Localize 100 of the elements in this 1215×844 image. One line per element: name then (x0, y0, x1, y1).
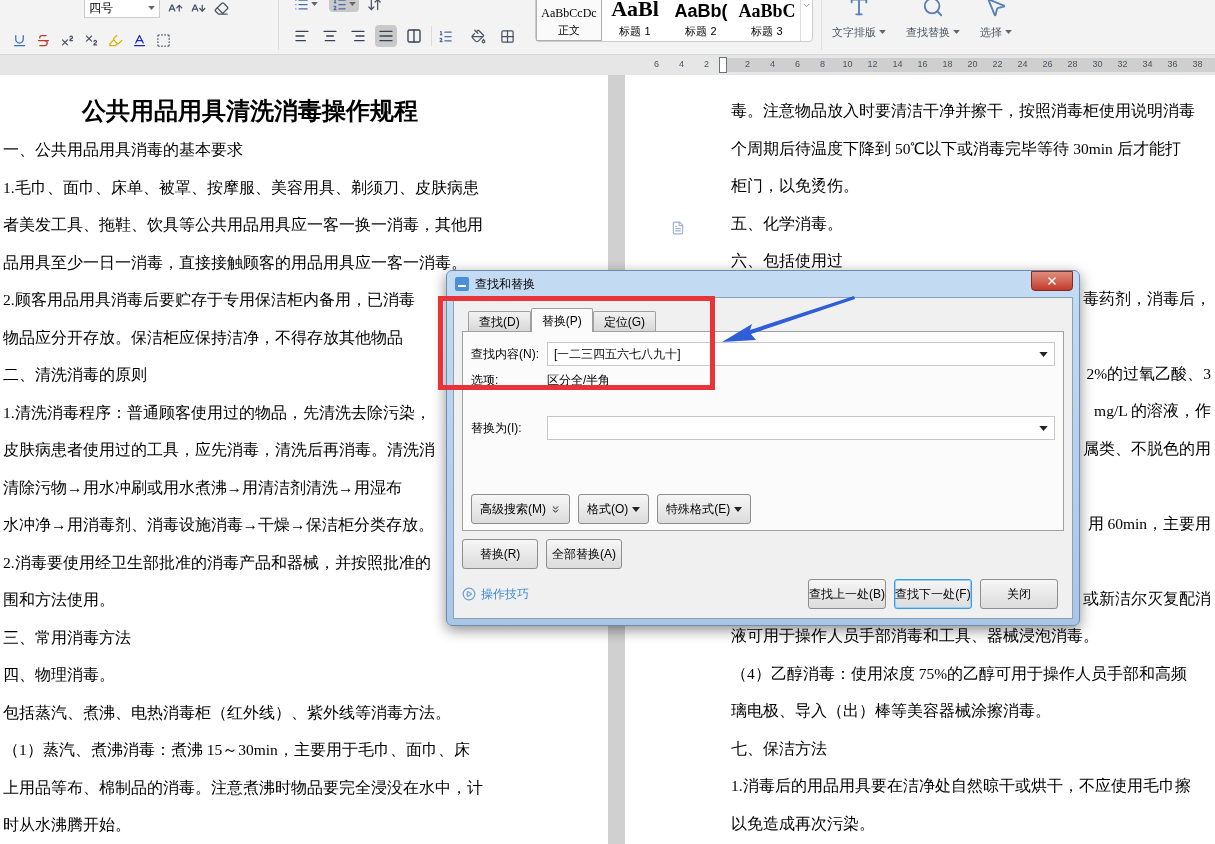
document-title: 公共用品用具清洗消毒操作规程 (80, 97, 419, 126)
dialog-button[interactable]: 查找上一处(B) (808, 579, 886, 609)
caret-icon (311, 2, 318, 6)
ruler-number: 2 (703, 58, 710, 72)
ruler-number: 34 (1141, 58, 1154, 72)
caret-icon (879, 30, 886, 35)
document-line: 时从水沸腾开始。 (2, 815, 131, 835)
font-size-field[interactable]: 四号 (84, 0, 160, 18)
dropdown-icon[interactable] (1039, 351, 1048, 357)
options-value: 区分全/半角 (547, 372, 611, 389)
document-line: 者美发工具、拖鞋、饮具等公共用品用具应一客一换一消毒，其他用 (2, 215, 483, 235)
ribbon-button[interactable]: 文字排版 (822, 0, 896, 41)
ruler-number: 38 (1191, 58, 1204, 72)
ruler-number: 26 (1041, 58, 1054, 72)
document-line: 用 60min，主要用 (1087, 513, 1211, 534)
ruler-number: 16 (916, 58, 929, 72)
eraser-icon[interactable] (214, 0, 229, 16)
ruler-number: 4 (769, 58, 776, 72)
caret-icon (148, 6, 155, 10)
document-line: 七、保洁方法 (731, 739, 827, 757)
find-field[interactable]: [一二三四五六七八九十] (547, 342, 1055, 366)
gallery-scroll-icon[interactable] (802, 1, 811, 10)
document-line: 个周期后待温度下降到 50℃以下或消毒完毕等待 30min 后才能打 (731, 139, 1181, 157)
dialog-title: 查找和替换 (475, 276, 535, 293)
ruler-number: 18 (941, 58, 954, 72)
document-line: 水冲净→用消毒剂、消毒设施消毒→干燥→保洁柜分类存放。 (2, 515, 434, 535)
underline-icon[interactable] (12, 32, 27, 48)
ruler-number: 8 (819, 58, 826, 72)
character-border-icon[interactable] (156, 32, 171, 48)
sort-icon[interactable] (367, 0, 382, 12)
strikethrough-icon[interactable] (36, 32, 51, 48)
document-line: 上用品等布、棉制品的消毒。注意煮沸时物品要完全浸没在水中，计 (2, 777, 483, 798)
document-line: 毒药剂，消毒后， (1083, 288, 1211, 309)
align-icon (322, 28, 338, 44)
list-icon (332, 0, 347, 12)
ruler-number: 28 (1066, 58, 1079, 72)
close-button[interactable] (1031, 271, 1073, 291)
list-button[interactable] (329, 0, 359, 12)
document-line: 1.消毒后的用品用具要在洁净处自然晾干或烘干，不应使用毛巾擦 (731, 777, 1191, 794)
dialog-tab[interactable]: 替换(P) (530, 308, 593, 332)
shading-icon[interactable] (471, 28, 486, 44)
field-label: 查找内容(N): (471, 346, 540, 363)
document-line: （4）乙醇消毒：使用浓度 75%的乙醇可用于操作人员手部和高频 (731, 664, 1188, 682)
field-label: 选项: (471, 372, 500, 389)
dialog-button[interactable]: 关闭 (980, 579, 1058, 609)
style-sample: AaBb( (674, 1, 728, 20)
style-sample: AaBbC (738, 1, 796, 20)
ruler-number: 36 (1166, 58, 1179, 72)
caret-icon (632, 506, 641, 512)
document-line: 柜门，以免烫伤。 (731, 177, 859, 194)
ribbon-button[interactable]: 选择 (970, 0, 1022, 41)
align-icon (406, 28, 422, 44)
align-button[interactable] (375, 25, 397, 47)
document-line: （1）蒸汽、煮沸消毒：煮沸 15～30min，主要用于毛巾、面巾、床 (2, 740, 470, 760)
action-button[interactable]: 全部替换(A) (546, 539, 622, 569)
align-icon (294, 28, 310, 44)
dialog-button[interactable]: 查找下一处(F) (894, 579, 972, 609)
ruler-number: 6 (653, 58, 660, 72)
pointer-icon (985, 0, 1007, 18)
font-color-icon[interactable] (132, 32, 147, 48)
option-button[interactable]: 特殊格式(E) (657, 494, 752, 524)
style-sample: AaBbCcDc (541, 6, 597, 19)
option-button[interactable]: 高级搜索(M) (471, 494, 570, 524)
style-option[interactable]: AaBb( 标题 2 (668, 0, 734, 41)
indent-marker[interactable] (719, 57, 727, 73)
caret-icon (734, 506, 743, 512)
superscript-icon[interactable] (60, 32, 75, 48)
dialog-tab[interactable]: 定位(G) (592, 311, 656, 331)
ribbon-button-label: 选择 (980, 25, 1002, 40)
style-option[interactable]: AaBbC 标题 3 (734, 0, 800, 41)
ribbon-button[interactable]: 查找替换 (896, 0, 970, 41)
style-option[interactable]: AaBl 标题 1 (602, 0, 668, 41)
style-name: 标题 2 (685, 23, 717, 39)
action-button[interactable]: 替换(R) (462, 539, 538, 569)
caret-icon (349, 2, 356, 6)
borders-icon[interactable] (500, 28, 515, 44)
ruler-number: 4 (678, 58, 685, 72)
caret-icon (953, 30, 960, 35)
replace-field[interactable] (547, 416, 1055, 440)
document-line: 二、清洗消毒的原则 (2, 365, 147, 385)
ruler-number: 10 (841, 58, 854, 72)
ruler-number: 2 (744, 58, 751, 72)
dropdown-icon[interactable] (1039, 425, 1048, 431)
document-line: 2.消毒要使用经卫生部批准的消毒产品和器械，并按照批准的 (2, 552, 431, 573)
text-icon (848, 0, 870, 18)
dialog-tab[interactable]: 查找(D) (468, 311, 531, 331)
document-line: 包括蒸汽、煮沸、电热消毒柜（红外线）、紫外线等消毒方法。 (2, 702, 451, 723)
app-logo-icon (455, 277, 469, 291)
document-line: 四、物理消毒。 (2, 665, 115, 685)
document-line: 属类、不脱色的用 (1083, 438, 1211, 459)
document-line: 六、包括使用过 (731, 252, 843, 269)
ribbon-button-label: 文字排版 (832, 25, 876, 40)
style-option[interactable]: AaBbCcDc 正文 (536, 0, 602, 41)
style-name: 标题 1 (619, 23, 651, 39)
subscript-icon[interactable] (84, 32, 99, 48)
ruler-number: 14 (891, 58, 904, 72)
option-button[interactable]: 格式(O) (578, 494, 650, 524)
expand-icon (550, 503, 561, 515)
close-icon (1046, 275, 1058, 287)
play-icon (462, 587, 476, 601)
